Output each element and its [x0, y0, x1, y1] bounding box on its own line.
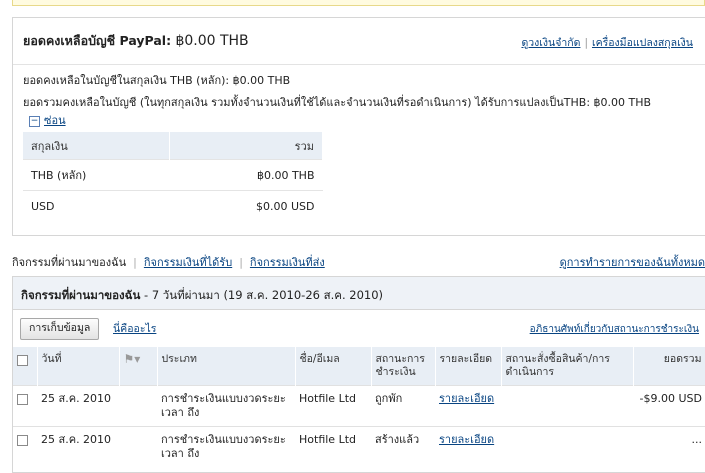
primary-balance-line: ยอดคงเหลือในบัญชีในสกุลเงิน THB (หลัก): …: [23, 74, 291, 87]
type-cell: การชำระเงินแบบงวดระยะเวลา ถึง: [157, 426, 295, 467]
details-link[interactable]: รายละเอียด: [439, 433, 494, 446]
currency-header: สกุลเงิน: [23, 132, 170, 160]
details-link[interactable]: รายละเอียด: [439, 392, 494, 405]
type-header: ประเภท: [157, 347, 296, 386]
total-header: รวม: [169, 132, 324, 160]
view-all-transactions-link[interactable]: ดูการทำรายการของฉันทั้งหมด: [560, 253, 705, 271]
order-status-cell: [501, 426, 633, 467]
tab-recent-activity: กิจกรรมที่ผ่านมาของฉัน: [12, 256, 127, 269]
balance-panel: ยอดคงเหลือบัญชี PayPal: ฿0.00 THB ดูวงเง…: [12, 17, 705, 236]
flag-icon[interactable]: ⚑▾: [124, 353, 141, 366]
total-cell: $0.00 USD: [169, 190, 323, 221]
minus-box-icon[interactable]: −: [29, 115, 40, 127]
balance-links: ดูวงเงินจำกัด | เครื่องมือแปลงสกุลเงิน: [521, 34, 693, 51]
order-status-header: สถานะสั่งซื้อสินค้า/การดำเนินการ: [501, 347, 634, 386]
date-header[interactable]: วันที่: [37, 347, 120, 386]
select-all-checkbox[interactable]: [17, 355, 28, 366]
status-glossary-link[interactable]: อภิธานศัพท์เกี่ยวกับสถานะการชำระเงิน: [530, 322, 699, 337]
status-cell: ถูกพัก: [371, 385, 435, 427]
payment-status-header: สถานะการชำระเงิน: [371, 347, 436, 386]
view-limits-link[interactable]: ดูวงเงินจำกัด: [521, 37, 580, 49]
row-checkbox[interactable]: [17, 435, 28, 446]
activity-header: กิจกรรมที่ผ่านมาของฉัน - 7 วันที่ผ่านมา …: [13, 277, 705, 310]
notice-bar: [12, 0, 705, 6]
currency-cell: THB (หลัก): [23, 159, 170, 191]
hide-link[interactable]: ซ่อน: [44, 114, 66, 127]
hide-toggle[interactable]: − ซ่อน: [29, 111, 66, 129]
what-is-this-link[interactable]: นี่คืออะไร: [113, 320, 156, 337]
activity-title: กิจกรรมที่ผ่านมาของฉัน - 7 วันที่ผ่านมา …: [21, 287, 383, 305]
link-separator: |: [584, 37, 588, 49]
total-balance-line: ยอดรวมคงเหลือในบัญชี (ในทุกสกุลเงิน รวมท…: [23, 96, 652, 109]
flag-cell: [119, 426, 157, 467]
activity-date-range: - 7 วันที่ผ่านมา (19 ส.ค. 2010-26 ส.ค. 2…: [140, 288, 384, 302]
name-header: ชื่อ/อีเมล: [295, 347, 372, 386]
tab-payments-received[interactable]: กิจกรรมเงินที่ได้รับ: [144, 256, 232, 269]
transactions-table: วันที่ ⚑▾ ประเภท ชื่อ/อีเมล สถานะการชำระ…: [13, 347, 705, 467]
table-row: 25 ส.ค. 2010 การชำระเงินแบบงวดระยะเวลา ถ…: [13, 385, 705, 427]
flag-header[interactable]: ⚑▾: [119, 347, 158, 386]
flag-cell: [119, 385, 157, 427]
currency-row: USD $0.00 USD: [23, 190, 323, 221]
tab-separator: |: [239, 256, 243, 269]
gross-header: ยอดรวม: [633, 347, 705, 386]
status-cell: สร้างแล้ว: [371, 426, 435, 467]
tab-payments-sent[interactable]: กิจกรรมเงินที่ส่ง: [250, 256, 325, 269]
archive-button[interactable]: การเก็บข้อมูล: [20, 318, 100, 340]
currency-converter-link[interactable]: เครื่องมือแปลงสกุลเงิน: [592, 37, 693, 49]
divider: [13, 64, 705, 65]
date-cell: 25 ส.ค. 2010: [37, 426, 119, 467]
type-cell: การชำระเงินแบบงวดระยะเวลา ถึง: [157, 385, 295, 427]
activity-title-label: กิจกรรมที่ผ่านมาของฉัน: [21, 288, 141, 302]
tab-separator: |: [133, 256, 137, 269]
row-select-cell: [13, 426, 37, 467]
select-all-cell: [13, 347, 38, 386]
details-cell: รายละเอียด: [435, 385, 501, 427]
details-header: รายละเอียด: [435, 347, 502, 386]
name-cell: Hotfile Ltd: [295, 385, 371, 427]
balance-title: ยอดคงเหลือบัญชี PayPal: ฿0.00 THB: [23, 31, 249, 51]
table-row: 25 ส.ค. 2010 การชำระเงินแบบงวดระยะเวลา ถ…: [13, 426, 705, 467]
gross-cell: ...: [633, 426, 705, 467]
row-select-cell: [13, 385, 37, 427]
currency-cell: USD: [23, 190, 170, 221]
date-cell: 25 ส.ค. 2010: [37, 385, 119, 427]
row-checkbox[interactable]: [17, 394, 28, 405]
activity-tabs: กิจกรรมที่ผ่านมาของฉัน | กิจกรรมเงินที่ได้…: [12, 253, 705, 271]
name-cell: Hotfile Ltd: [295, 426, 371, 467]
balance-amount: ฿0.00 THB: [175, 33, 249, 49]
order-status-cell: [501, 385, 633, 427]
activity-panel: กิจกรรมที่ผ่านมาของฉัน - 7 วันที่ผ่านมา …: [12, 276, 705, 473]
currency-row: THB (หลัก) ฿0.00 THB: [23, 159, 323, 191]
balance-title-label: ยอดคงเหลือบัญชี PayPal:: [23, 33, 172, 48]
total-cell: ฿0.00 THB: [169, 159, 323, 191]
currency-table: สกุลเงิน รวม THB (หลัก) ฿0.00 THB USD $0…: [23, 132, 324, 221]
details-cell: รายละเอียด: [435, 426, 501, 467]
gross-cell: -$9.00 USD: [633, 385, 705, 427]
